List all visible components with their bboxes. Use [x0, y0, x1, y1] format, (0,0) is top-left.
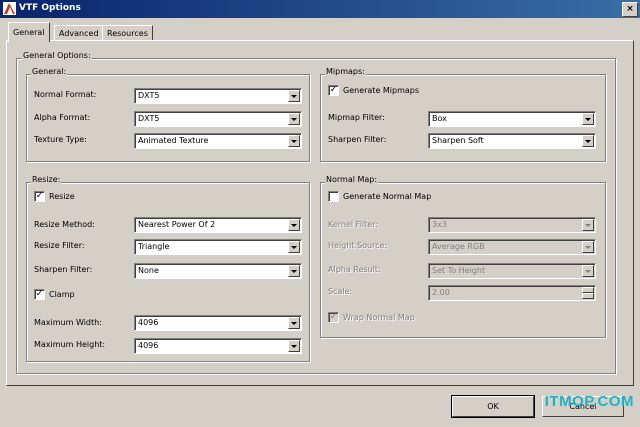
clamp-label: Clamp	[49, 290, 75, 299]
wrap-normal-map-label: Wrap Normal Map	[343, 313, 415, 322]
resize-checkbox[interactable]: ✓	[34, 191, 45, 202]
resize-method-label: Resize Method:	[34, 220, 95, 229]
alpha-result-select[interactable]: Set To Height	[428, 263, 596, 279]
ok-button[interactable]: OK	[451, 395, 535, 418]
scale-value: 2.00	[432, 288, 450, 297]
generate-normal-map-label: Generate Normal Map	[343, 192, 432, 201]
close-button[interactable]: ×	[622, 2, 638, 17]
spin-down-icon[interactable]	[582, 293, 594, 299]
tab-general[interactable]: General	[8, 22, 50, 42]
resize-checkbox-label: Resize	[49, 192, 75, 201]
chevron-down-icon[interactable]	[288, 265, 300, 277]
app-icon	[3, 2, 16, 15]
chevron-down-icon[interactable]	[288, 90, 300, 102]
kernel-filter-value: 3x3	[432, 220, 447, 229]
alpha-format-select[interactable]: DXT5	[134, 111, 302, 127]
normal-format-label: Normal Format:	[34, 90, 97, 99]
mipmaps-group-label: Mipmaps:	[325, 67, 366, 76]
resize-method-select[interactable]: Nearest Power Of 2	[134, 217, 302, 233]
max-width-value: 4096	[138, 318, 159, 327]
chevron-down-icon[interactable]	[288, 219, 300, 231]
normal-map-group-label: Normal Map:	[325, 175, 379, 184]
texture-type-select[interactable]: Animated Texture	[134, 133, 302, 149]
generate-normal-map-checkbox[interactable]	[328, 191, 339, 202]
kernel-filter-select[interactable]: 3x3	[428, 217, 596, 233]
scale-spinner[interactable]: 2.00	[428, 285, 596, 301]
title-bar: VTF Options ×	[0, 0, 640, 18]
resize-sharpen-filter-label: Sharpen Filter:	[34, 265, 93, 274]
chevron-down-icon[interactable]	[582, 241, 594, 253]
max-width-label: Maximum Width:	[34, 318, 102, 327]
mip-sharpen-filter-select[interactable]: Sharpen Soft	[428, 133, 596, 149]
mipmap-filter-value: Box	[432, 114, 447, 123]
normal-format-value: DXT5	[138, 91, 160, 100]
max-height-select[interactable]: 4096	[134, 338, 302, 354]
window-title: VTF Options	[19, 3, 81, 13]
texture-type-label: Texture Type:	[34, 135, 87, 144]
watermark: ITMOP.COM	[544, 393, 634, 410]
texture-type-value: Animated Texture	[138, 136, 209, 145]
resize-group-label: Resize:	[31, 175, 62, 184]
alpha-result-value: Set To Height	[432, 266, 486, 275]
resize-filter-select[interactable]: Triangle	[134, 239, 302, 255]
general-group-label: General:	[31, 67, 68, 76]
height-source-select[interactable]: Average RGB	[428, 239, 596, 255]
alpha-format-label: Alpha Format:	[34, 113, 91, 122]
wrap-normal-map-checkbox[interactable]: ✓	[328, 312, 339, 323]
resize-method-value: Nearest Power Of 2	[138, 220, 216, 229]
normal-format-select[interactable]: DXT5	[134, 88, 302, 104]
mip-sharpen-filter-label: Sharpen Filter:	[328, 135, 387, 144]
resize-sharpen-filter-value: None	[138, 266, 159, 275]
generate-mipmaps-checkbox[interactable]: ✓	[328, 85, 339, 96]
chevron-down-icon[interactable]	[288, 135, 300, 147]
mipmap-filter-label: Mipmap Filter:	[328, 113, 385, 122]
chevron-down-icon[interactable]	[582, 113, 594, 125]
chevron-down-icon[interactable]	[288, 340, 300, 352]
mipmap-filter-select[interactable]: Box	[428, 111, 596, 127]
chevron-down-icon[interactable]	[288, 317, 300, 329]
tab-resources[interactable]: Resources	[102, 25, 153, 41]
resize-sharpen-filter-select[interactable]: None	[134, 263, 302, 279]
generate-mipmaps-label: Generate Mipmaps	[343, 86, 420, 95]
max-height-label: Maximum Height:	[34, 340, 106, 349]
clamp-checkbox[interactable]: ✓	[34, 289, 45, 300]
height-source-label: Height Source:	[328, 241, 388, 250]
chevron-down-icon[interactable]	[582, 265, 594, 277]
tab-advanced[interactable]: Advanced	[54, 25, 104, 41]
height-source-value: Average RGB	[432, 242, 485, 251]
max-width-select[interactable]: 4096	[134, 315, 302, 331]
chevron-down-icon[interactable]	[582, 219, 594, 231]
general-options-label: General Options:	[22, 51, 92, 60]
chevron-down-icon[interactable]	[288, 113, 300, 125]
chevron-down-icon[interactable]	[582, 135, 594, 147]
chevron-down-icon[interactable]	[288, 241, 300, 253]
resize-filter-label: Resize Filter:	[34, 241, 85, 250]
max-height-value: 4096	[138, 341, 159, 350]
alpha-result-label: Alpha Result:	[328, 265, 381, 274]
scale-label: Scale:	[328, 287, 353, 296]
mip-sharpen-filter-value: Sharpen Soft	[432, 136, 484, 145]
resize-filter-value: Triangle	[138, 242, 170, 251]
kernel-filter-label: Kernel Filter:	[328, 220, 379, 229]
alpha-format-value: DXT5	[138, 114, 160, 123]
